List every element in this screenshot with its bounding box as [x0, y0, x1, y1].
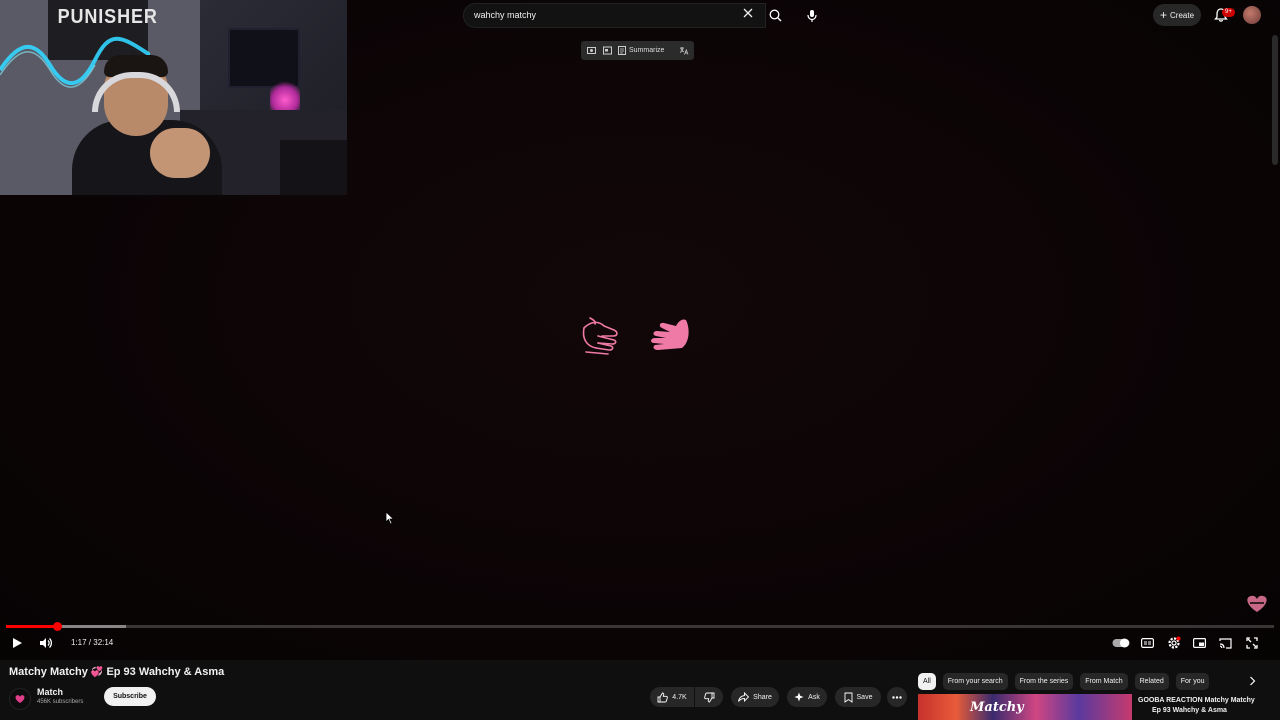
progress-scrubber-handle[interactable]: [52, 622, 62, 631]
translate-button[interactable]: [679, 46, 689, 56]
chip-all[interactable]: All: [918, 672, 936, 690]
channel-name[interactable]: Match: [37, 687, 63, 697]
gear-icon: [1168, 636, 1181, 649]
more-horizontal-icon: [892, 695, 902, 699]
chip-for-you[interactable]: For you: [1175, 672, 1210, 690]
chip-from-your-search[interactable]: From your search: [942, 672, 1008, 690]
ask-label: Ask: [808, 693, 820, 701]
screenshot-icon: [586, 47, 596, 54]
ask-button[interactable]: Ask: [787, 687, 827, 707]
miniplayer-icon: [1192, 638, 1206, 648]
match-logo-icon: [15, 695, 25, 703]
create-button[interactable]: + Create: [1153, 4, 1201, 26]
channel-avatar[interactable]: [9, 688, 31, 710]
microphone-icon: [807, 9, 817, 22]
recommended-video-thumbnail[interactable]: Matchy: [918, 694, 1132, 720]
save-label: Save: [856, 693, 873, 701]
plus-icon: +: [1159, 8, 1167, 22]
search-input[interactable]: [472, 4, 732, 27]
pip-button[interactable]: [602, 46, 612, 56]
chips-next-button[interactable]: [1245, 674, 1259, 688]
volume-button[interactable]: [37, 634, 55, 652]
save-button[interactable]: Save: [835, 687, 881, 707]
play-icon: [13, 638, 22, 648]
recommended-title-line-2: Ep 93 Wahchy & Asma: [1152, 707, 1227, 714]
create-label: Create: [1170, 10, 1195, 20]
translate-icon: [679, 47, 689, 55]
recommended-video-title[interactable]: GOOBA REACTION Matchy Matchy Ep 93 Wahch…: [1138, 696, 1278, 716]
mouse-cursor-icon: [385, 511, 395, 525]
document-icon: [618, 46, 626, 55]
progress-played: [6, 625, 57, 628]
clear-search-button[interactable]: [742, 8, 754, 20]
heart-emoji-icon: 💞: [90, 667, 104, 678]
autoplay-toggle[interactable]: [1111, 634, 1131, 652]
channel-watermark-icon[interactable]: [1244, 594, 1270, 614]
page-scrollbar[interactable]: [1272, 35, 1278, 165]
video-player[interactable]: PUNISHER 1:17 / 32:14: [0, 0, 1280, 660]
cast-button[interactable]: [1217, 634, 1233, 652]
webcam-overlay: PUNISHER: [0, 0, 347, 195]
recommended-title-line-1: GOOBA REACTION Matchy Matchy: [1138, 697, 1255, 704]
filled-hand-icon: [651, 319, 689, 350]
voice-search-button[interactable]: [801, 3, 823, 28]
sparkle-icon: [794, 692, 804, 702]
screenshot-button[interactable]: [586, 46, 596, 56]
webcam-tv: [228, 28, 300, 88]
thumbs-up-icon: [657, 692, 669, 702]
recommendation-filter-chips: All From your search From the series Fro…: [918, 672, 1210, 690]
thumbnail-text: Matchy: [970, 700, 1024, 715]
notification-count-badge: 9+: [1222, 8, 1235, 17]
subscriber-count: 456K subscribers: [37, 699, 84, 705]
share-icon: [738, 692, 750, 702]
search-button[interactable]: [766, 3, 784, 28]
progress-bar[interactable]: [6, 625, 1274, 628]
chip-related[interactable]: Related: [1134, 672, 1169, 690]
webcam-person-hands: [150, 128, 210, 178]
summarize-button[interactable]: Summarize: [618, 46, 664, 55]
play-button[interactable]: [8, 634, 26, 652]
subscribe-button[interactable]: Subscribe: [104, 687, 156, 706]
video-title: Matchy Matchy 💞 Ep 93 Wahchy & Asma: [9, 666, 224, 678]
search-box[interactable]: [463, 3, 766, 28]
video-title-main: Matchy Matchy: [9, 666, 88, 678]
miniplayer-button[interactable]: [1191, 634, 1207, 652]
hands-graphic: [582, 317, 689, 355]
captions-icon: [1140, 638, 1154, 648]
volume-icon: [40, 638, 53, 648]
outline-hand-icon: [582, 317, 618, 355]
cast-icon: [1218, 637, 1232, 649]
webcam-chair: [280, 140, 347, 195]
settings-button[interactable]: [1165, 634, 1183, 652]
fullscreen-button[interactable]: [1244, 634, 1260, 652]
webcam-poster-text: PUNISHER: [57, 6, 158, 28]
captions-button[interactable]: [1139, 634, 1155, 652]
fullscreen-icon: [1246, 637, 1258, 649]
close-icon: [743, 8, 753, 18]
share-button[interactable]: Share: [731, 687, 779, 707]
time-display: 1:17 / 32:14: [71, 638, 114, 647]
account-avatar[interactable]: [1243, 6, 1261, 24]
like-count: 4.7K: [672, 693, 687, 701]
bookmark-icon: [844, 692, 852, 703]
share-label: Share: [753, 693, 772, 701]
picture-in-picture-icon: [602, 46, 612, 55]
dislike-button[interactable]: [695, 687, 723, 707]
chip-from-the-series[interactable]: From the series: [1014, 672, 1074, 690]
thumbs-down-icon: [703, 692, 714, 702]
chip-from-match[interactable]: From Match: [1080, 672, 1128, 690]
like-button[interactable]: 4.7K: [650, 687, 694, 707]
more-actions-button[interactable]: [887, 687, 907, 707]
video-title-rest: Ep 93 Wahchy & Asma: [106, 666, 225, 678]
extension-toolbar: Summarize: [581, 41, 694, 60]
autoplay-toggle-icon: [1112, 638, 1130, 648]
chevron-right-icon: [1249, 676, 1255, 686]
search-icon: [769, 9, 781, 22]
summarize-label: Summarize: [629, 47, 665, 54]
